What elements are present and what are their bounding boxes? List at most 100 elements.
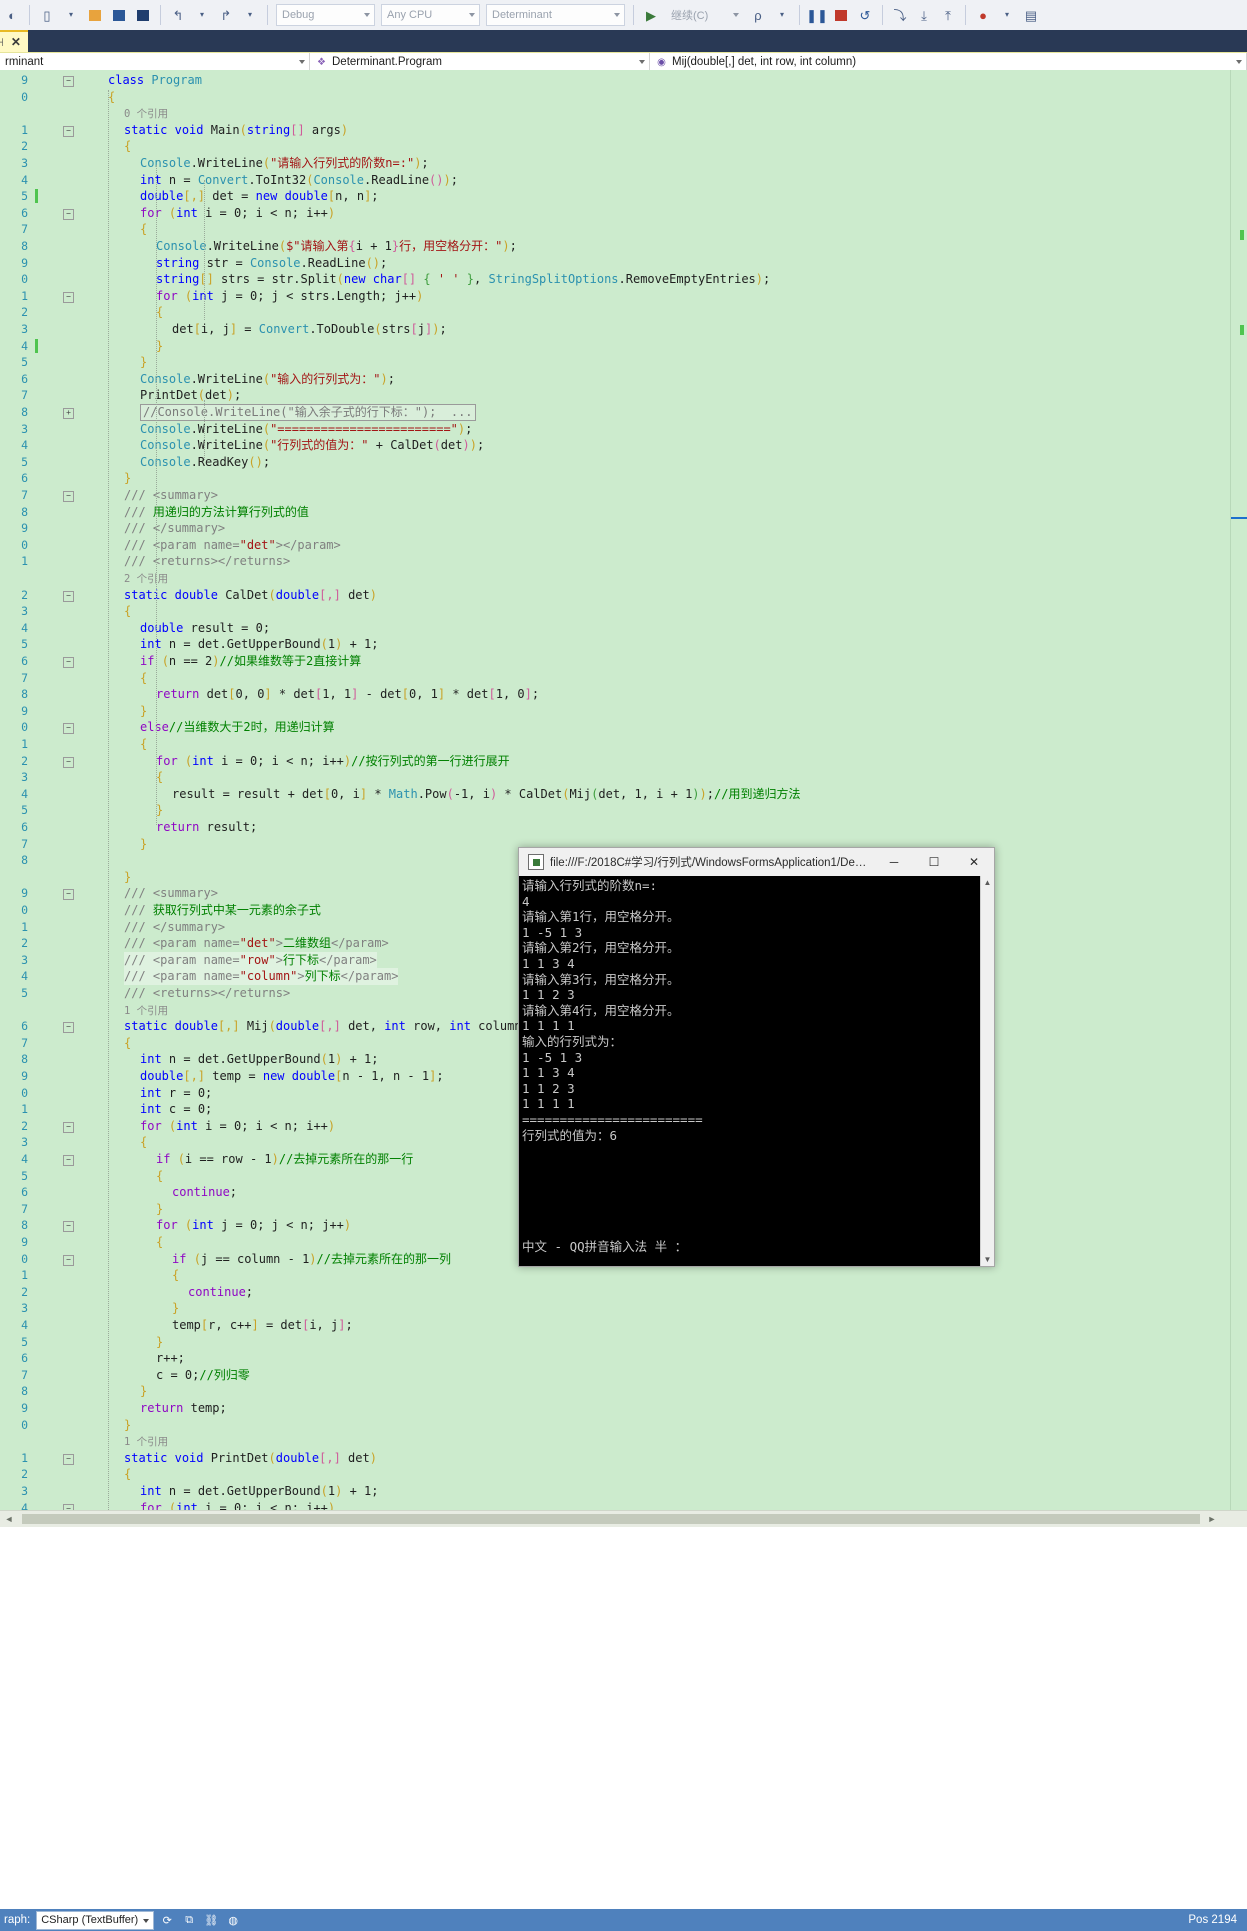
scroll-down-icon[interactable]: ▼ [981,1253,994,1266]
line-number: 5 [21,986,28,1000]
collapse-region-icon[interactable]: − [63,657,74,668]
line-number: 7 [21,488,28,502]
collapse-region-icon[interactable]: − [63,1121,74,1133]
line-number: 1 [21,554,28,569]
pause-debug-icon[interactable]: ❚❚ [806,4,828,26]
code-line: double[,] temp = new double[n - 1, n - 1… [140,1069,444,1083]
collapse-region-icon[interactable]: − [63,291,74,303]
code-line: { [108,89,116,104]
ime-status-text: 中文 - QQ拼音输入法 半 ： [522,1239,688,1254]
copy-icon[interactable]: ⧉ [180,1912,198,1928]
scroll-up-icon[interactable]: ▲ [981,876,994,889]
open-folder-icon[interactable] [84,4,106,26]
chevron-down-icon[interactable] [639,60,645,64]
window-layout-icon[interactable]: ▤ [1020,4,1042,26]
undo-dropdown-icon[interactable]: ▾ [191,4,213,26]
undo-icon[interactable]: ↰ [167,4,189,26]
toolbar-separator [160,5,161,25]
step-into-icon[interactable]: ⤓ [913,4,935,26]
line-number: 1 [21,919,28,934]
overview-scroll-bar[interactable] [1230,70,1247,1526]
line-number: 0 [21,903,28,917]
navbar-member-dropdown[interactable]: ◉ Mij(double[,] det, int row, int column… [650,53,1247,71]
collapse-region-icon[interactable]: − [63,889,74,901]
config-combo-debug[interactable]: Debug [276,4,375,26]
redo-dropdown-icon[interactable]: ▾ [239,4,261,26]
expand-region-icon[interactable]: + [63,408,74,419]
code-text-area[interactable]: class Program {0 个引用 static void Main(stri… [76,70,1231,1526]
close-tab-icon[interactable]: ✕ [11,35,21,49]
hscroll-thumb[interactable] [22,1514,1200,1524]
collapse-region-icon[interactable]: − [63,1155,74,1166]
pin-tab-icon[interactable]: ⊣ [0,36,4,49]
console-title-bar[interactable]: file:///F:/2018C#学习/行列式/WindowsFormsAppl… [519,848,994,876]
link-icon[interactable]: ⛓ [202,1912,220,1928]
line-number: 6 [21,1185,28,1200]
attach-process-icon[interactable]: ρ [747,4,769,26]
console-body[interactable]: 请输入行列式的阶数n=: 4 请输入第1行，用空格分开。 1 -5 1 3 请输… [519,876,994,1266]
globe-icon[interactable]: ◍ [224,1912,242,1928]
save-all-icon[interactable] [132,4,154,26]
chevron-down-icon[interactable] [1236,60,1242,64]
save-icon[interactable] [108,4,130,26]
buffer-type-combo[interactable]: CSharp (TextBuffer) [36,1910,155,1930]
collapse-region-icon[interactable]: − [63,208,74,220]
line-number: 2 [21,587,28,602]
close-button[interactable]: ✕ [954,848,994,876]
collapse-region-icon[interactable]: − [63,1022,74,1034]
collapse-region-icon[interactable]: − [63,76,74,87]
console-vertical-scrollbar[interactable]: ▲ ▼ [980,876,994,1266]
code-line: { [156,770,164,785]
collapse-region-icon[interactable]: − [63,1254,74,1266]
continue-label[interactable]: 继续(C) [666,5,743,25]
navbar-project-dropdown[interactable]: rminant [0,53,310,71]
line-number: 5 [21,454,28,469]
step-out-icon[interactable]: ⤒ [937,4,959,26]
step-over-icon[interactable]: ⤵ [889,4,911,26]
collapse-region-icon[interactable]: − [63,723,74,735]
collapse-region-icon[interactable]: − [63,1221,74,1233]
scroll-right-icon[interactable]: ► [1207,1514,1217,1524]
line-number: 9 [21,1069,28,1083]
line-number: 6 [21,205,28,220]
collapse-region-icon[interactable]: − [63,125,74,137]
fold-margin[interactable]: −−−−+−−−−−−−−−−−−−− [60,70,76,1526]
refresh-icon[interactable]: ⟳ [158,1912,176,1928]
codelens-reference: 0 个引用 [124,108,169,121]
line-number: 9 [21,73,28,87]
startup-project-combo[interactable]: Determinant [486,4,625,26]
scroll-left-icon[interactable]: ◄ [4,1514,14,1524]
breakpoint-dropdown-icon[interactable]: ▾ [996,4,1018,26]
attach-dropdown-icon[interactable]: ▾ [771,4,793,26]
chevron-down-icon[interactable]: ▾ [60,4,82,26]
navbar-type-dropdown[interactable]: ❖ Determinant.Program [310,53,650,71]
restart-debug-icon[interactable]: ↺ [854,4,876,26]
collapsed-code-block[interactable]: //Console.WriteLine("输入余子式的行下标："); ... [140,404,476,421]
code-line: static double[,] Mij(double[,] det, int … [124,1019,529,1034]
line-number: 2 [21,1467,28,1482]
toolbar-separator [799,5,800,25]
redo-icon[interactable]: ↱ [215,4,237,26]
caret-position-marker [1231,517,1247,519]
minimize-button[interactable]: ─ [874,848,914,876]
maximize-button[interactable]: ☐ [914,848,954,876]
navigate-back-icon[interactable]: ◐ [1,4,23,26]
line-number: 8 [21,1384,28,1399]
code-editor[interactable]: 9012345678901234567834567890123456789012… [0,70,1247,1526]
glyph-margin[interactable] [32,70,60,1526]
new-window-icon[interactable]: ▯ [36,4,58,26]
chevron-down-icon[interactable] [299,60,305,64]
breakpoint-icon[interactable]: ● [972,4,994,26]
collapse-region-icon[interactable]: − [63,590,74,602]
platform-combo-anycpu[interactable]: Any CPU [381,4,480,26]
console-output-window[interactable]: file:///F:/2018C#学习/行列式/WindowsFormsAppl… [518,847,995,1267]
stop-debug-icon[interactable] [830,4,852,26]
collapse-region-icon[interactable]: − [63,1453,74,1465]
collapse-region-icon[interactable]: − [63,756,74,768]
continue-debug-icon[interactable]: ▶ [640,4,662,26]
collapse-region-icon[interactable]: − [63,491,74,502]
line-number: 2 [21,139,28,154]
horizontal-scrollbar[interactable]: ◄ ► [0,1510,1247,1527]
tab-program-cs[interactable]: m.cs ⊣ ✕ [0,30,28,52]
code-line: { [140,222,148,237]
